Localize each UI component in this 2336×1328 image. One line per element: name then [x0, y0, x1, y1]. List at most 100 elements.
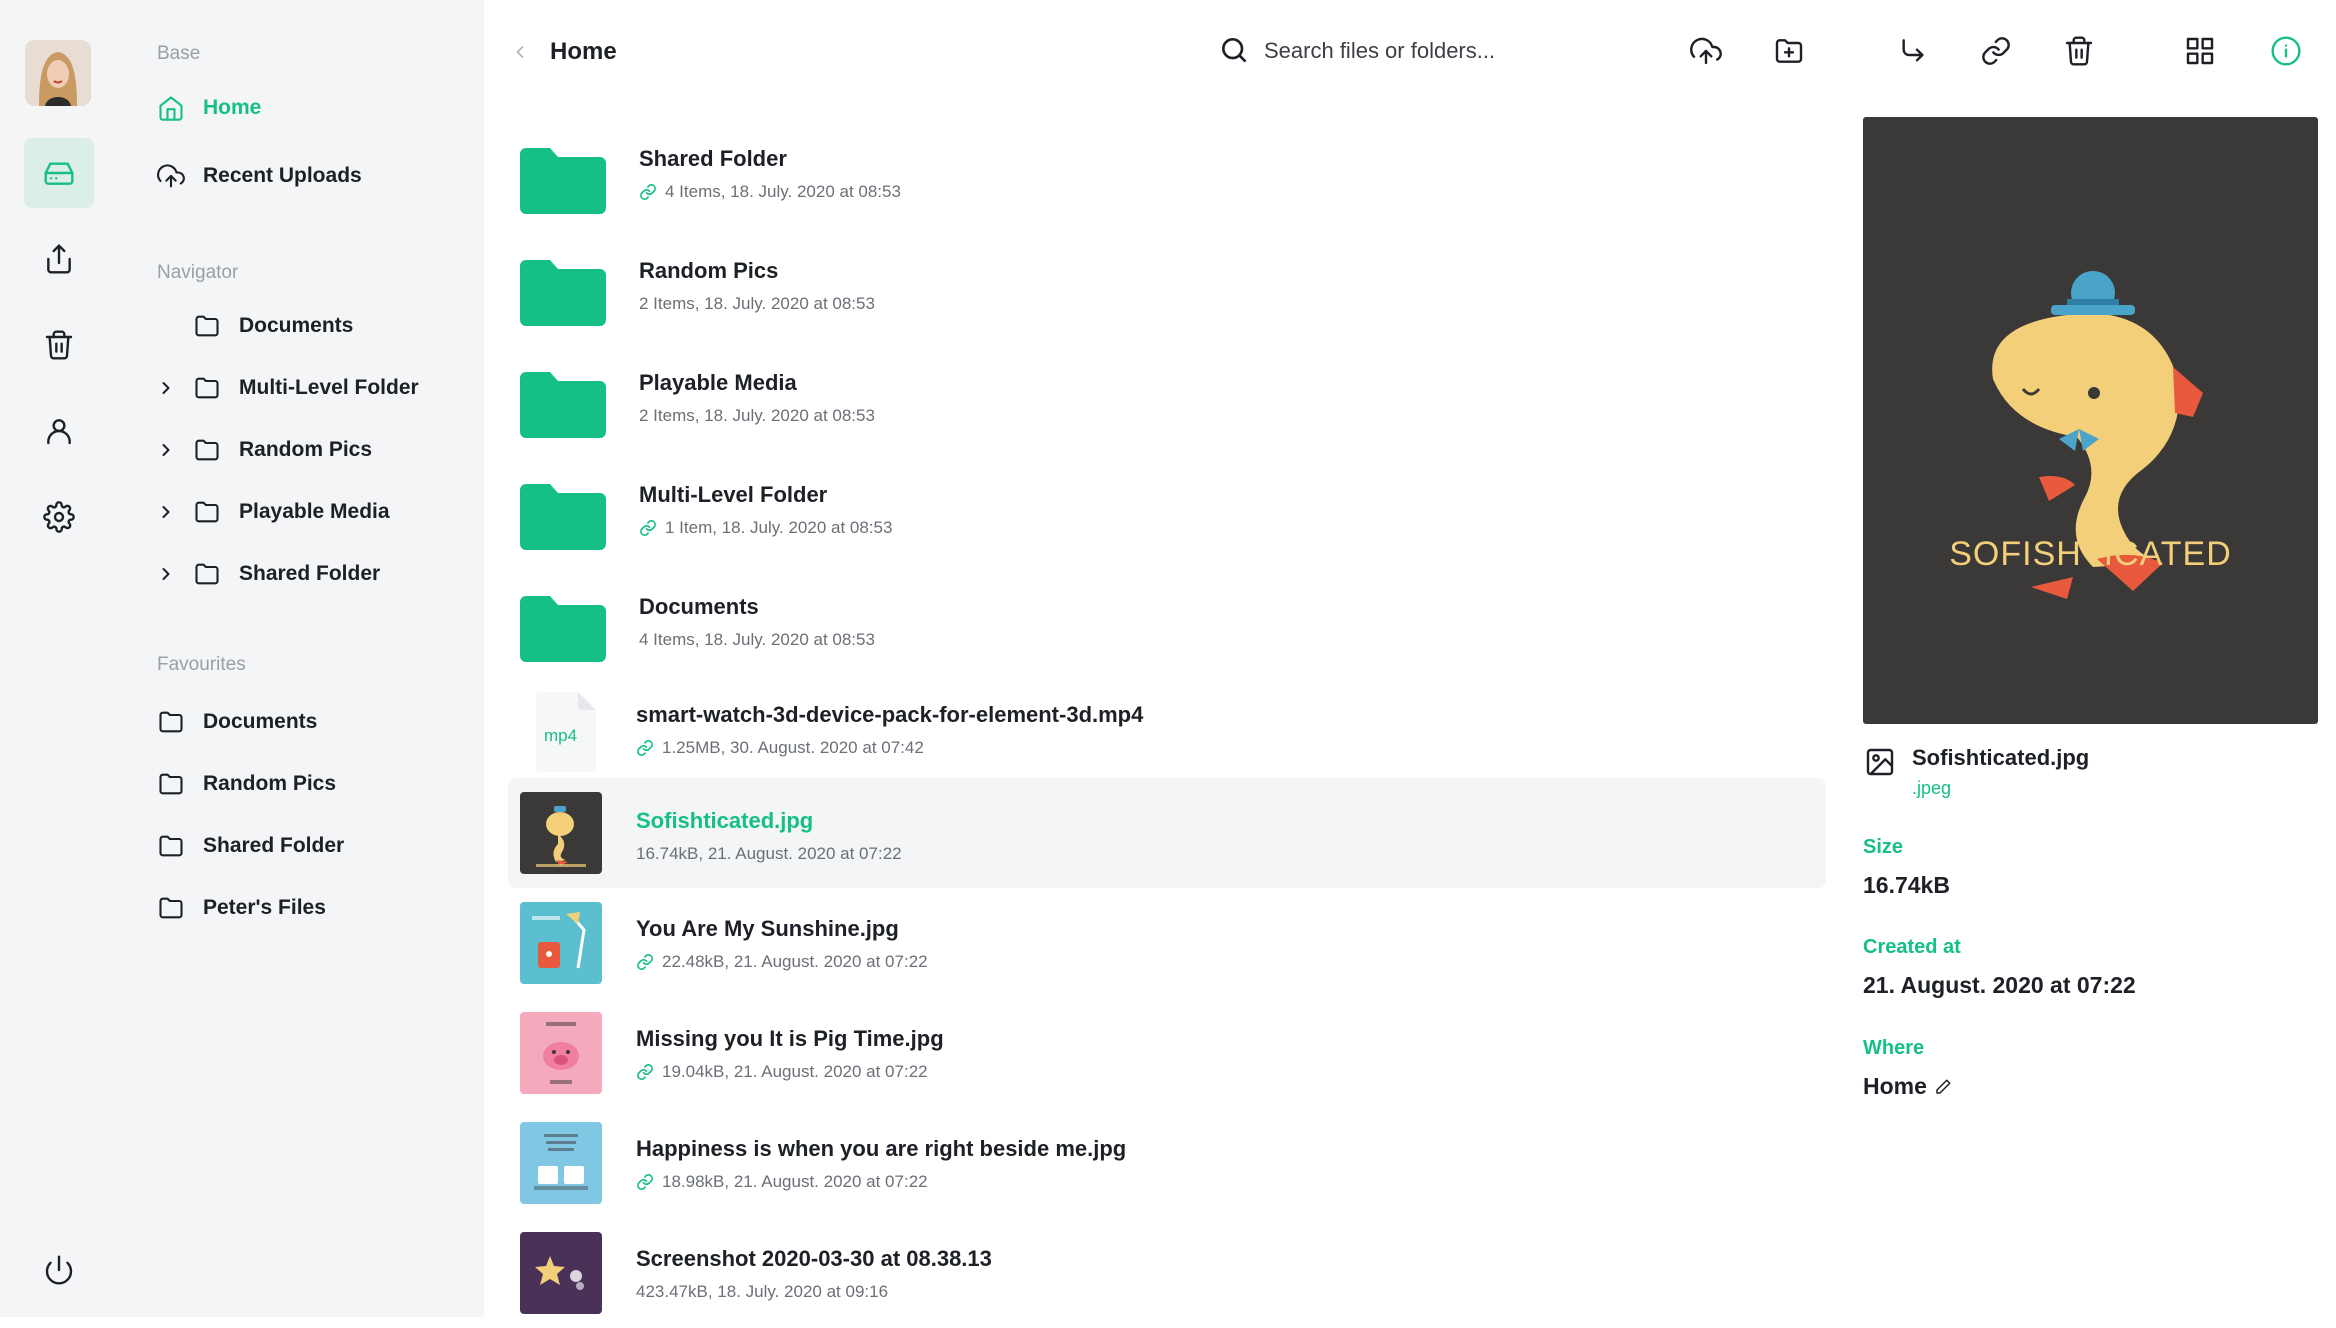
chevron-right-icon[interactable]: [156, 440, 176, 460]
navigator-item-multi-level-folder[interactable]: Multi-Level Folder: [193, 374, 419, 402]
info-button[interactable]: [2267, 32, 2305, 70]
file-meta: 16.74kB, 21. August. 2020 at 07:22: [636, 844, 902, 864]
sidebar: Base Home Recent Uploads Navigator Docum…: [117, 0, 484, 1317]
sidebar-item-home[interactable]: Home: [157, 94, 261, 122]
share-link-button[interactable]: [1977, 32, 2015, 70]
list-item[interactable]: Missing you It is Pig Time.jpg 19.04kB, …: [508, 998, 1826, 1108]
icon-rail: [0, 0, 118, 1317]
favourite-item-documents[interactable]: Documents: [157, 708, 317, 736]
chevron-right-icon[interactable]: [156, 378, 176, 398]
folder-icon: [195, 315, 219, 337]
image-thumbnail: [520, 1122, 602, 1204]
delete-button[interactable]: [2060, 32, 2098, 70]
home-icon: [159, 96, 183, 121]
rail-upload-button[interactable]: [24, 224, 94, 294]
file-meta-text: 22.48kB, 21. August. 2020 at 07:22: [662, 952, 928, 971]
sidebar-item-recent-uploads[interactable]: Recent Uploads: [157, 162, 362, 190]
move-button[interactable]: [1894, 32, 1932, 70]
rail-trash-button[interactable]: [24, 310, 94, 380]
sidebar-item-label: Home: [203, 96, 262, 119]
chevron-right-icon[interactable]: [156, 564, 176, 584]
favourite-item-random-pics[interactable]: Random Pics: [157, 770, 336, 798]
favourite-item-peters-files[interactable]: Peter's Files: [157, 894, 326, 922]
list-item[interactable]: Playable Media 2 Items, 18. July. 2020 a…: [508, 342, 1826, 452]
file-meta: 2 Items, 18. July. 2020 at 08:53: [639, 406, 875, 426]
navigator-item-shared-folder[interactable]: Shared Folder: [193, 560, 380, 588]
file-meta-text: 2 Items, 18. July. 2020 at 08:53: [639, 406, 875, 425]
size-label: Size: [1863, 836, 1904, 858]
image-thumbnail: [520, 1012, 602, 1094]
link-icon: [637, 1174, 653, 1190]
favourite-item-label: Peter's Files: [203, 896, 326, 919]
file-meta: 18.98kB, 21. August. 2020 at 07:22: [636, 1172, 928, 1192]
folder-icon: [195, 377, 219, 399]
list-item[interactable]: Screenshot 2020-03-30 at 08.38.13 423.47…: [508, 1218, 1826, 1328]
rail-settings-button[interactable]: [24, 482, 94, 552]
list-item[interactable]: Multi-Level Folder 1 Item, 18. July. 202…: [508, 454, 1826, 564]
drive-icon: [44, 162, 74, 185]
list-item[interactable]: Random Pics 2 Items, 18. July. 2020 at 0…: [508, 230, 1826, 340]
file-meta-text: 18.98kB, 21. August. 2020 at 07:22: [662, 1172, 928, 1191]
size-value: 16.74kB: [1863, 872, 1950, 898]
favourite-item-label: Documents: [203, 710, 318, 733]
grid-icon: [2186, 37, 2214, 65]
file-meta: 1 Item, 18. July. 2020 at 08:53: [639, 518, 892, 538]
back-chevron-icon[interactable]: [510, 42, 530, 62]
grid-view-button[interactable]: [2181, 32, 2219, 70]
section-title-favourites: Favourites: [157, 654, 246, 675]
navigator-item-documents[interactable]: Documents: [193, 312, 353, 340]
upload-button[interactable]: [1687, 32, 1725, 70]
search-icon: [1222, 38, 1246, 62]
file-meta-text: 1.25MB, 30. August. 2020 at 07:42: [662, 738, 924, 757]
navigator-item-random-pics[interactable]: Random Pics: [193, 436, 372, 464]
navigator-item-label: Documents: [239, 314, 354, 337]
file-name: smart-watch-3d-device-pack-for-element-3…: [636, 702, 1144, 727]
section-title-navigator: Navigator: [157, 262, 239, 283]
search-input[interactable]: [1262, 32, 1646, 70]
settings-icon: [43, 501, 75, 533]
file-meta: 19.04kB, 21. August. 2020 at 07:22: [636, 1062, 928, 1082]
list-item[interactable]: Shared Folder 4 Items, 18. July. 2020 at…: [508, 118, 1826, 228]
chevron-right-icon[interactable]: [156, 502, 176, 522]
link-icon: [637, 954, 653, 970]
folder-icon: [195, 501, 219, 523]
list-item-selected[interactable]: Sofishticated.jpg 16.74kB, 21. August. 2…: [508, 778, 1826, 888]
favourite-item-shared-folder[interactable]: Shared Folder: [157, 832, 344, 860]
link-icon: [640, 184, 656, 200]
folder-icon: [159, 773, 183, 795]
new-folder-button[interactable]: [1770, 32, 1808, 70]
file-meta-text: 19.04kB, 21. August. 2020 at 07:22: [662, 1062, 928, 1081]
file-name: Random Pics: [639, 258, 779, 283]
file-meta-text: 4 Items, 18. July. 2020 at 08:53: [665, 182, 901, 201]
folder-icon: [520, 148, 606, 214]
preview-caption: SOFISHTICATED: [1949, 535, 2232, 573]
sidebar-item-label: Recent Uploads: [203, 164, 362, 187]
breadcrumb[interactable]: Home: [550, 38, 617, 66]
rail-profile-button[interactable]: [24, 396, 94, 466]
file-meta: 4 Items, 18. July. 2020 at 08:53: [639, 630, 875, 650]
list-item[interactable]: Documents 4 Items, 18. July. 2020 at 08:…: [508, 566, 1826, 676]
image-thumbnail: [520, 792, 602, 874]
power-icon: [45, 1255, 73, 1285]
file-meta: 1.25MB, 30. August. 2020 at 07:42: [636, 738, 924, 758]
file-extension-label: mp4: [544, 726, 578, 745]
fish-illustration: [1992, 271, 2203, 599]
file-meta: 2 Items, 18. July. 2020 at 08:53: [639, 294, 875, 314]
navigator-item-label: Playable Media: [239, 500, 390, 523]
navigator-item-playable-media[interactable]: Playable Media: [193, 498, 390, 526]
avatar[interactable]: [25, 40, 91, 106]
info-file-name: Sofishticated.jpg: [1912, 745, 2090, 770]
storage-button[interactable]: [24, 138, 94, 208]
info-file-extension: .jpeg: [1912, 778, 1952, 798]
folder-icon: [159, 835, 183, 857]
logout-button[interactable]: [24, 1235, 94, 1305]
folder-icon: [195, 563, 219, 585]
list-item[interactable]: You Are My Sunshine.jpg 22.48kB, 21. Aug…: [508, 888, 1826, 998]
upload-icon: [1690, 37, 1722, 65]
edit-pencil-icon[interactable]: [1934, 1078, 1952, 1096]
list-item[interactable]: Happiness is when you are right beside m…: [508, 1108, 1826, 1218]
file-meta-text: 423.47kB, 18. July. 2020 at 09:16: [636, 1282, 889, 1301]
navigator-item-label: Random Pics: [239, 438, 373, 461]
file-name: Multi-Level Folder: [639, 482, 828, 507]
where-value[interactable]: Home: [1863, 1073, 1927, 1100]
